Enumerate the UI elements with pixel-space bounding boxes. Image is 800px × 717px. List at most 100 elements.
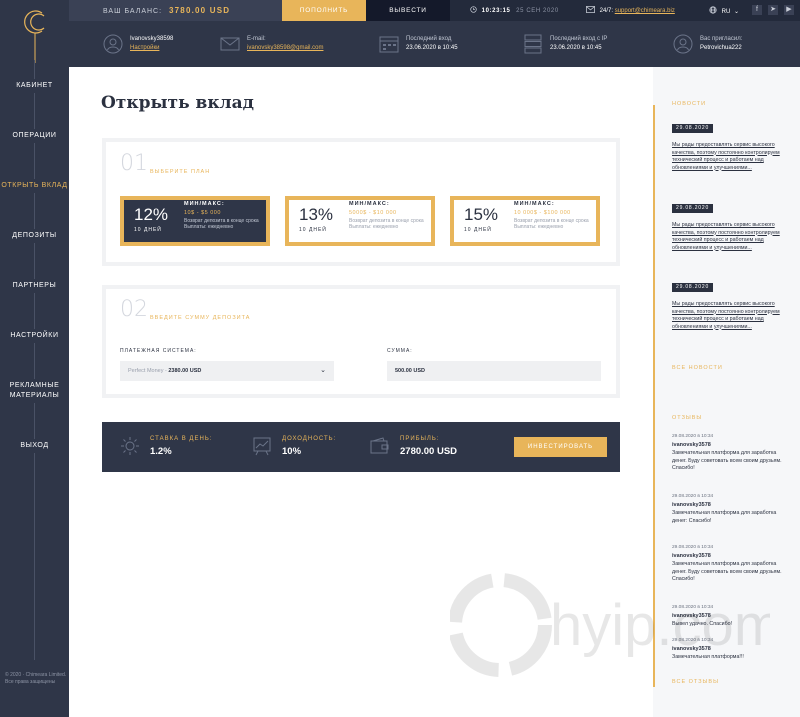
page-title: Открыть вклад bbox=[101, 93, 254, 113]
profit-label: ПРИБЫЛЬ: bbox=[400, 436, 440, 442]
news-item-text[interactable]: Мы рады предоставлять сервис высокого ка… bbox=[672, 222, 784, 252]
plan-minmax-label: МИН/МАКС: bbox=[184, 201, 225, 207]
server-icon bbox=[524, 34, 542, 54]
news-heading: НОВОСТИ bbox=[672, 101, 707, 107]
telegram-icon[interactable]: ➤ bbox=[768, 5, 778, 15]
support-email-link[interactable]: support@chimeara.biz bbox=[615, 8, 675, 14]
chevron-down-icon: ⌄ bbox=[734, 9, 740, 15]
review-text: Замечательная платформа для заработка де… bbox=[672, 561, 782, 582]
clock: 10:23:15 25 СЕН 2020 bbox=[470, 6, 559, 14]
rate-label: СТАВКА В ДЕНЬ: bbox=[150, 436, 213, 442]
plan-card-13[interactable]: 13% 10 ДНЕЙ МИН/МАКС: 5000$ - $10 000 Во… bbox=[285, 196, 435, 246]
review-date: 29.08.2020 в 10:34 bbox=[672, 434, 714, 439]
news-item-text[interactable]: Мы рады предоставлять сервис высокого ка… bbox=[672, 142, 784, 172]
sidebar-item-open-deposit[interactable]: ОТКРЫТЬ ВКЛАД bbox=[0, 179, 69, 193]
invest-button[interactable]: ИНВЕСТИРОВАТЬ bbox=[514, 437, 607, 457]
facebook-icon[interactable]: f bbox=[752, 5, 762, 15]
step-label: ВВЕДИТЕ СУММУ ДЕПОЗИТА bbox=[150, 315, 251, 321]
payment-system-select[interactable]: Perfect Money - 2380.00 USD ⌄ bbox=[120, 361, 334, 381]
referrer-user-icon bbox=[673, 34, 693, 54]
review-date: 29.08.2020 в 10:34 bbox=[672, 545, 714, 550]
sum-input[interactable]: 500.00 USD bbox=[387, 361, 601, 381]
plan-description: Возврат депозита в конце срока Выплаты: … bbox=[349, 218, 424, 230]
plan-percent: 15% bbox=[464, 205, 499, 224]
sidebar-item-logout[interactable]: ВЫХОД bbox=[0, 439, 69, 453]
payment-system-balance: 2380.00 USD bbox=[168, 368, 202, 374]
plan-description: Возврат депозита в конце срока Выплаты: … bbox=[184, 218, 259, 230]
review-text: Замечательная платформа!!! bbox=[672, 654, 744, 660]
review-text: Замечательная платформа для заработка де… bbox=[672, 450, 782, 471]
review-text: Замечательная платформа для заработка де… bbox=[672, 510, 777, 524]
withdraw-button[interactable]: ВЫВЕСТИ bbox=[366, 0, 450, 21]
plan-range: 10 000$ - $100 000 bbox=[514, 210, 571, 216]
review-author: ivanovsky3578 bbox=[672, 646, 711, 652]
last-ip-value: 23.06.2020 в 10:45 bbox=[550, 45, 602, 51]
plan-minmax-label: МИН/МАКС: bbox=[514, 201, 555, 207]
yield-label: ДОХОДНОСТЬ: bbox=[282, 436, 337, 442]
investment-summary: СТАВКА В ДЕНЬ: 1.2% ДОХОДНОСТЬ: 10% ПРИБ… bbox=[102, 422, 620, 472]
user-icon bbox=[103, 34, 123, 54]
sidebar-item-deposits[interactable]: ДЕПОЗИТЫ bbox=[0, 229, 69, 243]
top-bar: ВАШ БАЛАНС: 3780.00 USD ПОПОЛНИТЬ ВЫВЕСТ… bbox=[69, 0, 800, 21]
plan-description: Возврат депозита в конце срока Выплаты: … bbox=[514, 218, 589, 230]
last-ip-label: Последний вход с IP bbox=[550, 36, 608, 42]
deposit-button[interactable]: ПОПОЛНИТЬ bbox=[282, 0, 366, 21]
referrer-value: Petrovichua222 bbox=[700, 45, 742, 51]
brand-logo-icon[interactable] bbox=[21, 7, 49, 67]
all-reviews-link[interactable]: ВСЕ ОТЗЫВЫ bbox=[672, 679, 719, 685]
deposit-amount-card: 02 ВВЕДИТЕ СУММУ ДЕПОЗИТА ПЛАТЕЖНАЯ СИСТ… bbox=[102, 285, 620, 398]
chevron-down-icon: ⌄ bbox=[320, 367, 326, 374]
sidebar-item-cabinet[interactable]: КАБИНЕТ bbox=[0, 79, 69, 93]
plan-percent: 13% bbox=[299, 205, 334, 224]
globe-icon bbox=[709, 6, 717, 14]
last-login-label: Последний вход bbox=[406, 36, 452, 42]
plan-range: 5000$ - $10 000 bbox=[349, 210, 397, 216]
sidebar-item-operations[interactable]: ОПЕРАЦИИ bbox=[0, 129, 69, 143]
plan-days: 10 ДНЕЙ bbox=[134, 227, 162, 233]
yield-value: 10% bbox=[282, 446, 302, 457]
step-number: 01 bbox=[120, 151, 148, 176]
support-block: 24/7: support@chimeara.biz bbox=[586, 6, 675, 14]
youtube-icon[interactable]: ▶ bbox=[784, 5, 794, 15]
calendar-icon bbox=[379, 36, 399, 53]
user-info-bar: Ivanovsky38598 Настройки E-mail: ivanovs… bbox=[69, 21, 800, 67]
language-selector[interactable]: RU ⌄ bbox=[709, 6, 739, 15]
payment-system-name: Perfect Money - bbox=[128, 368, 167, 374]
all-news-link[interactable]: ВСЕ НОВОСТИ bbox=[672, 365, 723, 371]
review-author: ivanovsky3578 bbox=[672, 613, 711, 619]
review-author: ivanovsky3578 bbox=[672, 553, 711, 559]
right-column: НОВОСТИ 29.08.2020 Мы рады предоставлять… bbox=[653, 67, 800, 717]
settings-link[interactable]: Настройки bbox=[130, 45, 159, 51]
sidebar-item-partners[interactable]: ПАРТНЕРЫ bbox=[0, 279, 69, 293]
plan-card-12[interactable]: 12% 10 ДНЕЙ МИН/МАКС: 10$ - $5 000 Возвр… bbox=[120, 196, 270, 246]
news-item-text[interactable]: Мы рады предоставлять сервис высокого ка… bbox=[672, 301, 784, 331]
news-date: 29.08.2020 bbox=[672, 124, 714, 133]
email-value[interactable]: ivanovsky38598@gmail.com bbox=[247, 45, 323, 51]
sidebar-item-ad-materials[interactable]: РЕКЛАМНЫЕ МАТЕРИАЛЫ bbox=[0, 379, 69, 403]
sun-rate-icon bbox=[121, 437, 139, 455]
sum-value: 500.00 USD bbox=[395, 368, 425, 374]
nav-divider-line bbox=[34, 60, 35, 660]
news-date: 29.08.2020 bbox=[672, 204, 714, 213]
plan-card-15[interactable]: 15% 10 ДНЕЙ МИН/МАКС: 10 000$ - $100 000… bbox=[450, 196, 600, 246]
review-date: 29.08.2020 в 10:34 bbox=[672, 605, 714, 610]
mail-icon bbox=[586, 6, 595, 13]
sum-label: СУММА: bbox=[387, 348, 413, 354]
balance-amount: 3780.00 USD bbox=[169, 6, 231, 15]
chart-icon bbox=[253, 437, 271, 456]
reviews-accent-line bbox=[653, 417, 655, 687]
review-author: ivanovsky3578 bbox=[672, 502, 711, 508]
news-accent-line bbox=[653, 105, 655, 435]
current-date: 25 СЕН 2020 bbox=[516, 8, 559, 14]
review-date: 29.08.2020 в 10:34 bbox=[672, 638, 714, 643]
review-author: ivanovsky3578 bbox=[672, 442, 711, 448]
sidebar-item-settings[interactable]: НАСТРОЙКИ bbox=[0, 329, 69, 343]
copyright-text: © 2020 · Chimeara Limited. Все права защ… bbox=[5, 672, 67, 685]
news-date: 29.08.2020 bbox=[672, 283, 714, 292]
email-label: E-mail: bbox=[247, 36, 266, 42]
profit-value: 2780.00 USD bbox=[400, 446, 458, 457]
last-login-value: 23.06.2020 в 10:45 bbox=[406, 45, 458, 51]
clock-icon bbox=[470, 6, 477, 13]
balance-block: ВАШ БАЛАНС: 3780.00 USD bbox=[69, 0, 282, 21]
reviews-heading: ОТЗЫВЫ bbox=[672, 415, 703, 421]
